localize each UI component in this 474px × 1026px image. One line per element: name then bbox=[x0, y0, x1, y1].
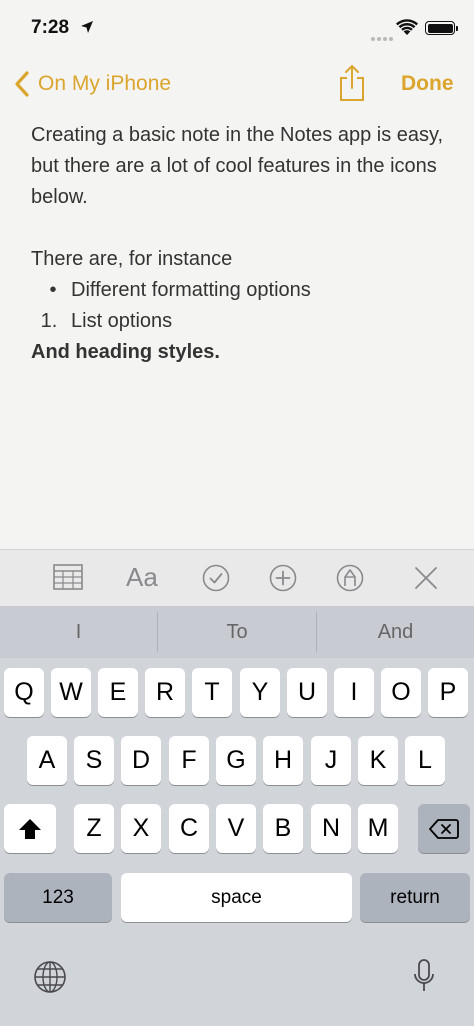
key[interactable]: U bbox=[287, 668, 327, 717]
format-toolbar: Aa bbox=[0, 549, 474, 606]
back-button[interactable]: On My iPhone bbox=[38, 72, 171, 96]
key[interactable]: A bbox=[27, 736, 67, 785]
note-paragraph: Creating a basic note in the Notes app i… bbox=[31, 124, 444, 208]
key[interactable]: Q bbox=[4, 668, 44, 717]
suggestion-bar: I To And bbox=[0, 606, 474, 658]
suggestion-item[interactable]: I bbox=[0, 606, 157, 658]
key[interactable]: L bbox=[405, 736, 445, 785]
key[interactable]: S bbox=[74, 736, 114, 785]
battery-icon bbox=[425, 21, 458, 35]
key[interactable]: W bbox=[51, 668, 91, 717]
chevron-left-icon[interactable] bbox=[12, 70, 32, 98]
numbered-list-item: 1. List options bbox=[31, 306, 451, 337]
wifi-icon bbox=[396, 19, 418, 35]
bullet-marker: • bbox=[49, 279, 57, 301]
key[interactable]: P bbox=[428, 668, 468, 717]
text-format-button[interactable]: Aa bbox=[126, 561, 158, 593]
key[interactable]: Y bbox=[240, 668, 280, 717]
add-icon[interactable] bbox=[269, 564, 297, 592]
note-heading: And heading styles. bbox=[31, 341, 220, 363]
key[interactable]: C bbox=[169, 804, 209, 853]
close-icon[interactable] bbox=[414, 566, 438, 590]
key[interactable]: T bbox=[192, 668, 232, 717]
keyboard: I To And Q W E R T Y U I O P A S D F G H… bbox=[0, 606, 474, 1026]
microphone-icon[interactable] bbox=[412, 958, 436, 996]
key[interactable]: J bbox=[311, 736, 351, 785]
key[interactable]: D bbox=[121, 736, 161, 785]
suggestion-item[interactable]: To bbox=[158, 606, 316, 658]
key[interactable]: G bbox=[216, 736, 256, 785]
status-bar: 7:28 bbox=[0, 0, 474, 58]
key[interactable]: I bbox=[334, 668, 374, 717]
bullet-item-text: Different formatting options bbox=[71, 279, 311, 301]
navigation-bar: On My iPhone Done bbox=[0, 58, 474, 110]
bullet-list-item: • Different formatting options bbox=[31, 275, 451, 306]
key[interactable]: F bbox=[169, 736, 209, 785]
share-icon[interactable] bbox=[338, 64, 366, 102]
note-paragraph: There are, for instance bbox=[31, 248, 233, 270]
key[interactable]: M bbox=[358, 804, 398, 853]
key[interactable]: Z bbox=[74, 804, 114, 853]
key[interactable]: H bbox=[263, 736, 303, 785]
delete-key[interactable] bbox=[418, 804, 470, 853]
key[interactable]: B bbox=[263, 804, 303, 853]
checklist-icon[interactable] bbox=[202, 564, 230, 592]
globe-icon[interactable] bbox=[33, 960, 67, 994]
numbers-key[interactable]: 123 bbox=[4, 873, 112, 922]
shift-key[interactable] bbox=[4, 804, 56, 853]
signal-dots bbox=[371, 28, 395, 46]
shift-icon bbox=[19, 818, 41, 839]
key[interactable]: X bbox=[121, 804, 161, 853]
key[interactable]: E bbox=[98, 668, 138, 717]
table-icon[interactable] bbox=[53, 564, 83, 590]
done-button[interactable]: Done bbox=[401, 72, 454, 96]
note-body[interactable]: Creating a basic note in the Notes app i… bbox=[31, 120, 451, 368]
return-key[interactable]: return bbox=[360, 873, 470, 922]
space-key[interactable]: space bbox=[121, 873, 352, 922]
status-time: 7:28 bbox=[31, 17, 70, 38]
key[interactable]: N bbox=[311, 804, 351, 853]
key[interactable]: O bbox=[381, 668, 421, 717]
numbered-item-text: List options bbox=[71, 310, 173, 332]
suggestion-item[interactable]: And bbox=[317, 606, 474, 658]
location-arrow-icon bbox=[81, 21, 93, 33]
number-marker: 1. bbox=[40, 310, 58, 332]
markup-icon[interactable] bbox=[336, 564, 364, 592]
delete-icon bbox=[429, 818, 459, 839]
key[interactable]: K bbox=[358, 736, 398, 785]
key[interactable]: R bbox=[145, 668, 185, 717]
key[interactable]: V bbox=[216, 804, 256, 853]
